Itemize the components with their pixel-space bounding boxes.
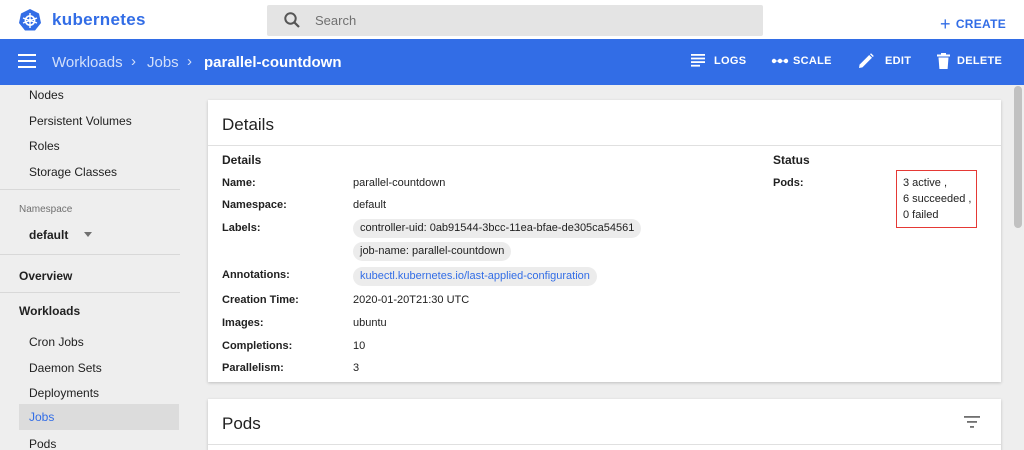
sidebar-divider (0, 254, 180, 255)
sidebar-item-roles[interactable]: Roles (29, 139, 60, 153)
parallelism-value: 3 (353, 362, 360, 374)
card-divider (208, 444, 1001, 445)
annotation-chip[interactable]: kubectl.kubernetes.io/last-applied-confi… (353, 267, 597, 286)
pods-succeeded-count: 6 succeeded , (903, 193, 972, 205)
top-bar: kubernetes Search + CREATE (0, 0, 1024, 39)
details-section-heading: Details (222, 153, 262, 167)
sidebar-item-persistent-volumes[interactable]: Persistent Volumes (29, 114, 132, 128)
sidebar-divider (0, 292, 180, 293)
page-title: parallel-countdown (204, 54, 342, 71)
toolbar: Workloads › Jobs › parallel-countdown LO… (0, 39, 1024, 85)
sidebar-item-daemon-sets[interactable]: Daemon Sets (29, 361, 102, 375)
label-chip: job-name: parallel-countdown (353, 242, 512, 261)
menu-icon[interactable] (18, 53, 36, 69)
pods-failed-count: 0 failed (903, 209, 939, 221)
namespace-select[interactable]: default (29, 228, 68, 242)
scrollbar-thumb[interactable] (1014, 86, 1022, 228)
filter-icon[interactable] (964, 416, 980, 428)
scale-icon (771, 58, 789, 64)
labels-label: Labels: (222, 222, 261, 234)
images-label: Images: (222, 317, 264, 329)
sidebar-item-overview[interactable]: Overview (19, 269, 72, 283)
brand-name[interactable]: kubernetes (52, 10, 146, 30)
namespace-field-value: default (353, 199, 387, 211)
search-icon (284, 12, 300, 28)
sidebar-item-pods[interactable]: Pods (29, 437, 56, 450)
sidebar-item-storage-classes[interactable]: Storage Classes (29, 165, 117, 179)
breadcrumb-workloads[interactable]: Workloads (52, 54, 123, 71)
sidebar-item-cron-jobs[interactable]: Cron Jobs (29, 335, 84, 349)
completions-label: Completions: (222, 340, 293, 352)
pencil-icon (859, 53, 874, 68)
card-divider (208, 145, 1001, 146)
sidebar-divider (0, 189, 180, 190)
pods-card-title: Pods (222, 414, 261, 433)
completions-value: 10 (353, 340, 366, 352)
logs-icon (691, 54, 705, 67)
sidebar-item-workloads[interactable]: Workloads (19, 304, 80, 318)
sidebar-item-deployments[interactable]: Deployments (29, 386, 99, 400)
pods-card: Pods (208, 399, 1001, 450)
name-label: Name: (222, 177, 256, 189)
namespace-label: Namespace (19, 204, 73, 215)
pods-status-label: Pods: (773, 177, 804, 189)
sidebar-item-jobs[interactable]: Jobs (19, 404, 179, 430)
label-chip: controller-uid: 0ab91544-3bcc-11ea-bfae-… (353, 219, 642, 238)
parallelism-label: Parallelism: (222, 362, 284, 374)
chevron-right-icon: › (131, 53, 136, 70)
namespace-field-label: Namespace: (222, 199, 287, 211)
trash-icon (937, 53, 950, 69)
search-input[interactable]: Search (315, 13, 356, 28)
kubernetes-logo-icon[interactable] (18, 8, 42, 32)
images-value: ubuntu (353, 317, 387, 329)
name-value: parallel-countdown (353, 177, 446, 189)
sidebar-item-nodes[interactable]: Nodes (29, 88, 64, 102)
status-section-heading: Status (773, 153, 810, 167)
details-card: Details Details Status Name: parallel-co… (208, 100, 1001, 382)
chevron-right-icon: › (187, 53, 192, 70)
creation-time-value: 2020-01-20T21:30 UTC (353, 294, 470, 306)
plus-icon: + (940, 14, 951, 34)
annotations-label: Annotations: (222, 269, 290, 281)
details-card-title: Details (222, 115, 274, 134)
chevron-down-icon[interactable] (84, 232, 92, 237)
pods-active-count: 3 active , (903, 177, 948, 189)
search-bar[interactable]: Search (267, 5, 763, 36)
breadcrumb-jobs[interactable]: Jobs (147, 54, 179, 71)
create-button[interactable]: + CREATE (940, 12, 1006, 34)
creation-time-label: Creation Time: (222, 294, 299, 306)
sidebar: Nodes Persistent Volumes Roles Storage C… (0, 85, 195, 450)
